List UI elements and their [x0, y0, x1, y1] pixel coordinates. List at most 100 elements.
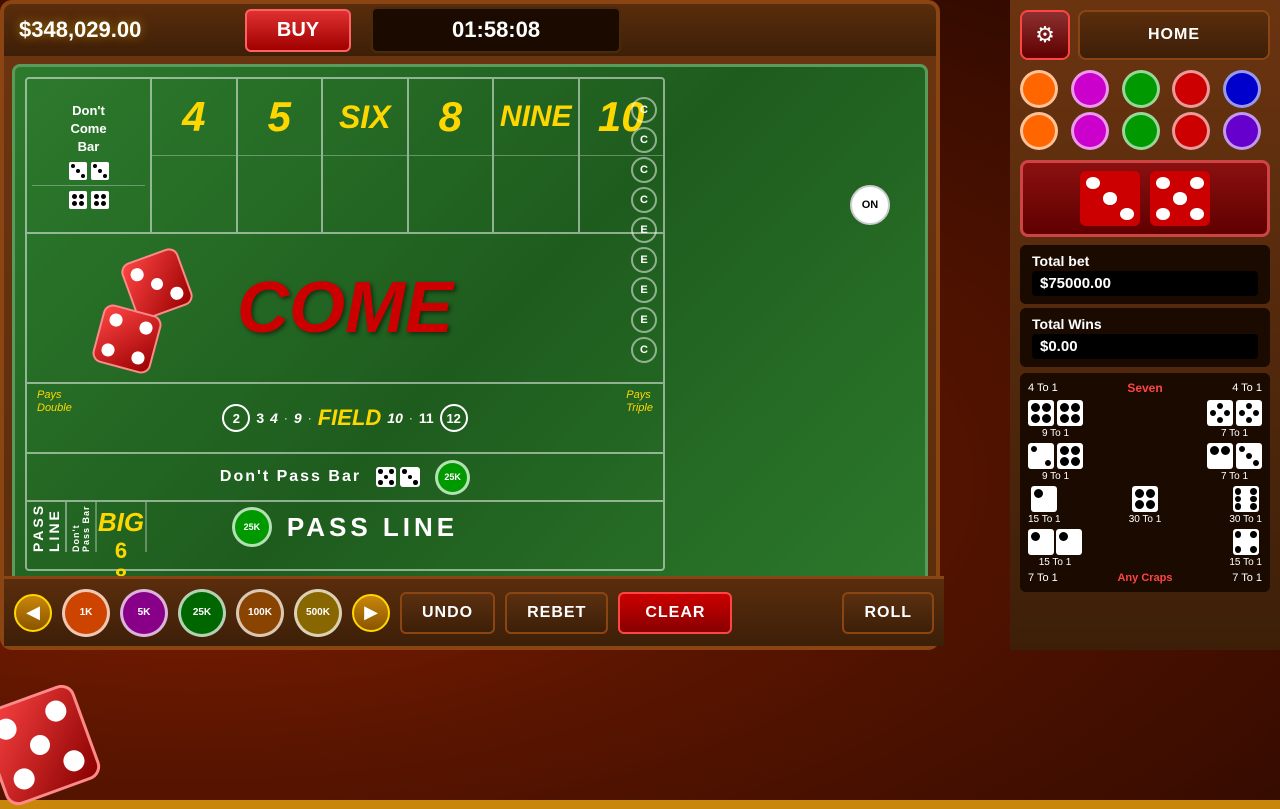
prev-arrow-button[interactable]: ◀ [14, 594, 52, 632]
settings-icon: ⚙ [1035, 22, 1055, 48]
pd-die-11 [1233, 486, 1259, 512]
field-label: FIELD [318, 405, 382, 431]
pd-die-2 [1057, 400, 1083, 426]
pd-die-12 [1028, 529, 1054, 555]
chip-rack-3[interactable] [1122, 70, 1160, 108]
field-num-9: 9 [294, 410, 302, 426]
home-button[interactable]: HOME [1078, 10, 1270, 60]
e-btn-2[interactable]: E [631, 247, 657, 273]
payout-seven: Seven [1127, 381, 1162, 395]
field-separator-3: · [409, 411, 413, 425]
total-bet-value: $75000.00 [1032, 271, 1258, 296]
die-2 [91, 162, 109, 180]
result-die-2 [1150, 171, 1210, 226]
undo-button[interactable]: UNDO [400, 592, 495, 634]
dont-come-top: Don'tComeBar [32, 97, 145, 187]
c-btn-2[interactable]: C [631, 127, 657, 153]
payout-4to1-right: 4 To 1 [1232, 382, 1262, 394]
ce-column: C C C C E E E E C [631, 97, 657, 363]
top-row: Don'tComeBar [27, 79, 663, 234]
bottom-bar: ◀ 1K 5K 25K 100K 500K ▶ UNDO REBET CLEAR… [4, 576, 944, 646]
dont-pass-vert: Don't Pass Bar [67, 502, 97, 552]
dont-come-text: Don'tComeBar [32, 102, 145, 157]
number-box-six[interactable]: SIX [323, 79, 409, 232]
chip-rack-9[interactable] [1172, 112, 1210, 150]
payout-die-pair-2 [1028, 529, 1082, 555]
chip-rack-7[interactable] [1071, 112, 1109, 150]
pass-line-section[interactable]: PASS LINE Don't Pass Bar BIG 6 8 25K PAS… [27, 502, 663, 552]
payout-15to1-2: 15 To 1 [1039, 557, 1072, 568]
chip-pass-line: 25K [232, 507, 272, 547]
number-nine-bet-area [494, 156, 578, 232]
payout-group-30-1: 30 To 1 [1129, 486, 1162, 525]
pass-line-label: PASS LINE [287, 512, 458, 543]
chip-5k-button[interactable]: 5K [120, 589, 168, 637]
pd-die-7 [1207, 443, 1233, 469]
c-btn-3[interactable]: C [631, 157, 657, 183]
dice-result-display [1020, 160, 1270, 237]
next-arrow-button[interactable]: ▶ [352, 594, 390, 632]
payout-die-pair-3 [1233, 529, 1259, 555]
buy-button[interactable]: BUY [245, 9, 351, 52]
payout-9to1-1: 9 To 1 [1042, 428, 1069, 439]
chip-rack-10[interactable] [1223, 112, 1261, 150]
payout-4to1-left: 4 To 1 [1028, 382, 1058, 394]
e-btn-1[interactable]: E [631, 217, 657, 243]
big-label: BIG [98, 507, 144, 538]
c-btn-4[interactable]: C [631, 187, 657, 213]
chip-rack-6[interactable] [1020, 112, 1058, 150]
number-8-bet-area [409, 156, 493, 232]
result-die-1 [1080, 171, 1140, 226]
chip-dont-pass: 25K [435, 460, 470, 495]
payout-7to1-1: 7 To 1 [1221, 428, 1248, 439]
chip-100k-button[interactable]: 100K [236, 589, 284, 637]
on-button[interactable]: ON [850, 185, 890, 225]
chip-25k-button[interactable]: 25K [178, 589, 226, 637]
roll-button[interactable]: ROLL [842, 592, 934, 634]
field-section[interactable]: PaysDouble 2 3 4 · 9 · FIELD 10 · 11 12 … [27, 384, 663, 454]
total-wins-display: Total Wins $0.00 [1020, 308, 1270, 367]
chip-rack-1[interactable] [1020, 70, 1058, 108]
payout-group-15-3: 15 To 1 [1229, 529, 1262, 568]
rebet-button[interactable]: REBET [505, 592, 608, 634]
c-btn-1[interactable]: C [631, 97, 657, 123]
payout-group-15-2: 15 To 1 [1028, 529, 1082, 568]
payout-dice-group-1: 9 To 1 [1028, 400, 1083, 439]
payout-row-6: 7 To 1 Any Craps 7 To 1 [1028, 572, 1262, 584]
payout-any-craps: Any Craps [1117, 572, 1172, 584]
number-box-4[interactable]: 4 [152, 79, 238, 232]
number-5-bet-area [238, 156, 322, 232]
field-separator-2: · [308, 411, 312, 425]
dont-come-box[interactable]: Don'tComeBar [27, 79, 152, 232]
chip-500k-button[interactable]: 500K [294, 589, 342, 637]
dont-pass-dice [376, 467, 420, 487]
payout-row-4: 15 To 1 30 To 1 30 To 1 [1028, 486, 1262, 525]
chip-rack-2[interactable] [1071, 70, 1109, 108]
number-4-bet-area [152, 156, 236, 232]
dont-pass-vert-label: Don't Pass Bar [71, 502, 91, 552]
number-box-5[interactable]: 5 [238, 79, 324, 232]
c-btn-5[interactable]: C [631, 337, 657, 363]
total-wins-label: Total Wins [1032, 316, 1258, 332]
dont-come-dice-bottom [69, 191, 109, 209]
number-box-nine[interactable]: NINE [494, 79, 580, 232]
chip-rack-4[interactable] [1172, 70, 1210, 108]
pd-die-1 [1028, 400, 1054, 426]
e-btn-4[interactable]: E [631, 307, 657, 333]
e-btn-3[interactable]: E [631, 277, 657, 303]
chip-rack-8[interactable] [1122, 112, 1160, 150]
balance-display: $348,029.00 [19, 17, 225, 43]
craps-layout: Don'tComeBar [25, 77, 665, 571]
chip-1k-button[interactable]: 1K [62, 589, 110, 637]
field-num-12: 12 [440, 404, 468, 432]
pd-die-4 [1236, 400, 1262, 426]
dont-pass-bar-section[interactable]: Don't Pass Bar 25K [27, 454, 663, 502]
payout-7to1-2: 7 To 1 [1221, 471, 1248, 482]
dont-come-bottom [64, 186, 114, 214]
number-box-8[interactable]: 8 [409, 79, 495, 232]
die-4 [91, 191, 109, 209]
settings-button[interactable]: ⚙ [1020, 10, 1070, 60]
chip-rack-5[interactable] [1223, 70, 1261, 108]
clear-button[interactable]: CLEAR [618, 592, 732, 634]
come-section[interactable]: COME [27, 234, 663, 384]
